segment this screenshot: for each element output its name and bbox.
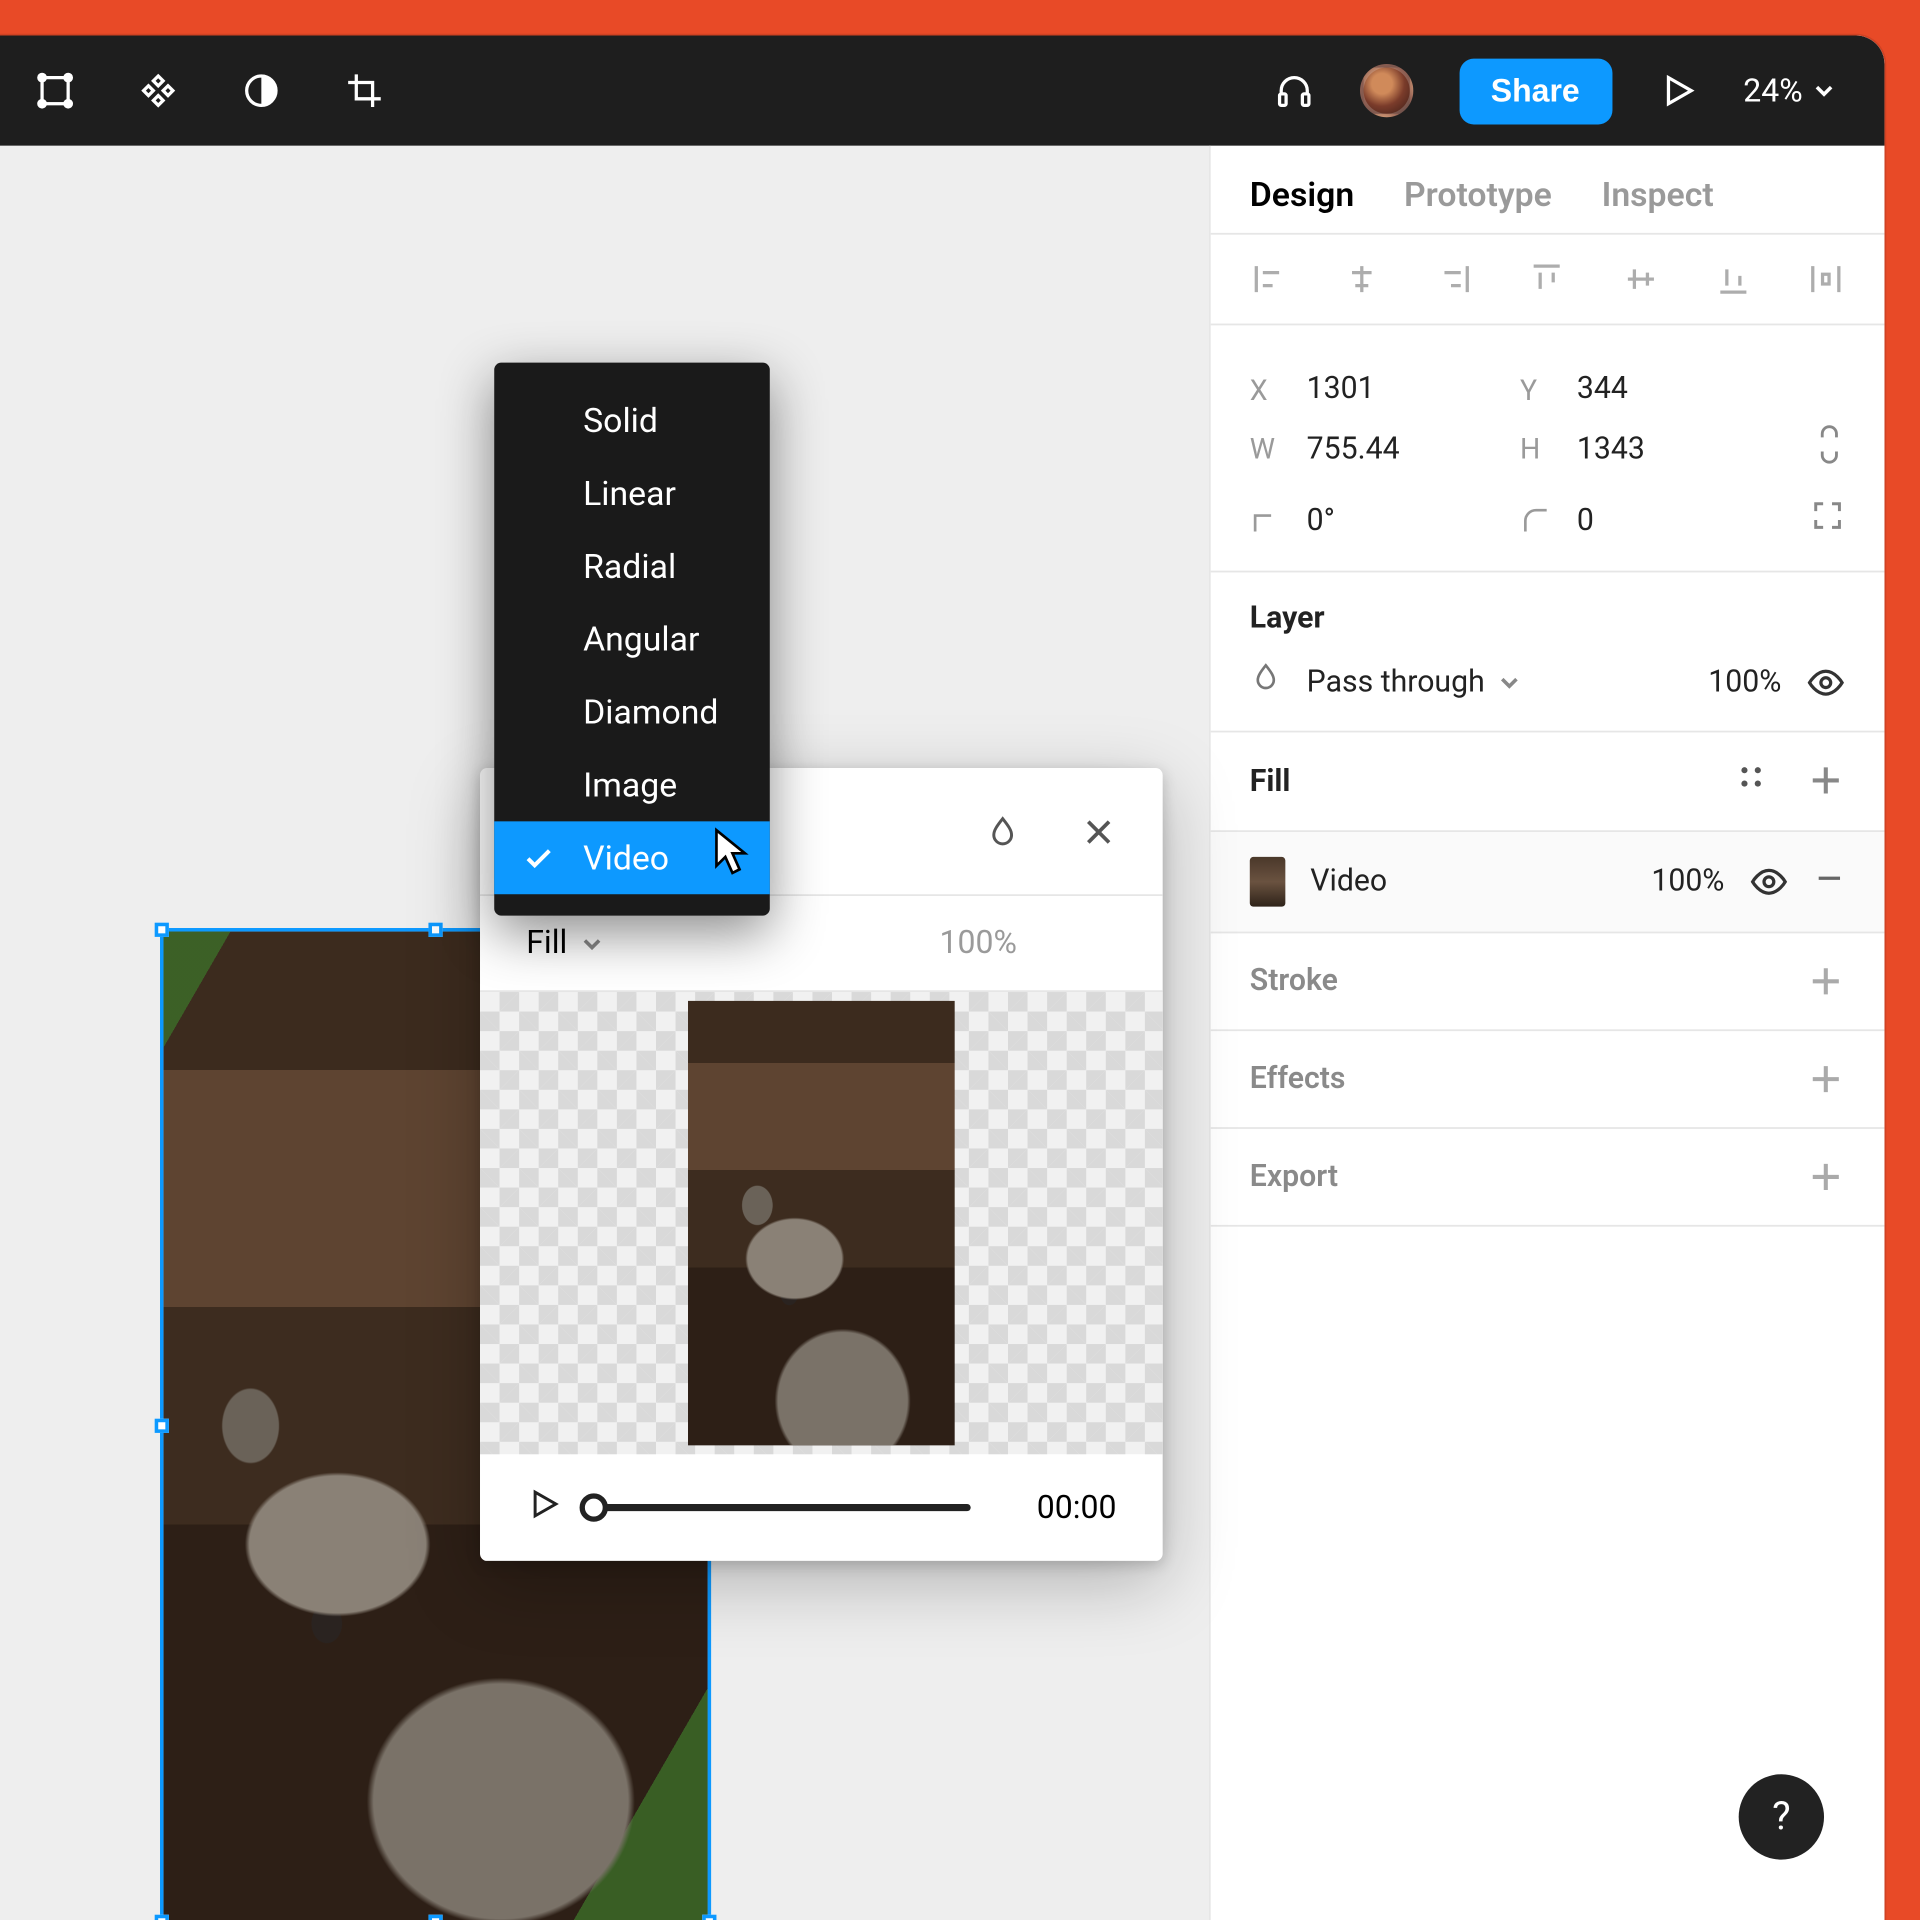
video-thumbnail — [688, 1001, 955, 1445]
video-time: 00:00 — [1003, 1489, 1117, 1526]
value-y[interactable]: 344 — [1577, 372, 1773, 408]
close-icon[interactable] — [1081, 813, 1117, 849]
stroke-section: Stroke — [1211, 933, 1885, 1031]
align-vcenter-icon[interactable] — [1621, 260, 1660, 299]
add-fill-icon[interactable] — [1806, 761, 1845, 800]
menu-item-diamond[interactable]: Diamond — [494, 676, 770, 749]
visibility-eye-icon[interactable] — [1806, 662, 1845, 701]
chevron-down-icon — [1499, 671, 1520, 692]
fill-mode-dropdown[interactable]: Fill — [526, 924, 603, 961]
transform-section: X 1301 Y 344 W 755.44 H 1343 — [1211, 325, 1885, 572]
zoom-dropdown[interactable]: 24% — [1743, 72, 1849, 109]
resize-handle[interactable] — [702, 1915, 716, 1920]
value-w[interactable]: 755.44 — [1307, 431, 1503, 467]
play-present-icon[interactable] — [1658, 71, 1697, 110]
resize-handle[interactable] — [155, 1419, 169, 1433]
canvas[interactable]: 755.44 × 1343 · Video Fill — [0, 146, 1209, 1920]
video-scrubber[interactable] — [594, 1504, 971, 1511]
align-left-icon[interactable] — [1250, 260, 1289, 299]
remove-fill-icon[interactable] — [1813, 861, 1845, 902]
fill-item-row[interactable]: Video 100% — [1211, 832, 1885, 933]
align-top-icon[interactable] — [1528, 260, 1567, 299]
export-section: Export — [1211, 1129, 1885, 1227]
fill-thumbnail[interactable] — [1250, 857, 1286, 907]
layer-heading: Layer — [1250, 601, 1846, 637]
chevron-down-icon — [582, 932, 603, 953]
tab-inspect[interactable]: Inspect — [1602, 174, 1714, 215]
corner-radius-icon — [1520, 504, 1559, 536]
zoom-value: 24% — [1743, 72, 1802, 109]
constrain-proportions-icon[interactable] — [1813, 425, 1845, 473]
mask-contrast-icon[interactable] — [242, 71, 281, 110]
audio-headphones-icon[interactable] — [1274, 71, 1313, 110]
user-avatar[interactable] — [1359, 64, 1412, 117]
resize-handle[interactable] — [155, 1915, 169, 1920]
fill-item-opacity[interactable]: 100% — [1651, 864, 1724, 900]
chevron-down-icon — [1813, 80, 1834, 101]
value-rotation[interactable]: 0° — [1307, 502, 1503, 538]
rotation-icon — [1250, 504, 1289, 536]
add-effect-icon[interactable] — [1806, 1060, 1845, 1099]
blend-mode-dropdown[interactable]: Pass through — [1307, 664, 1521, 700]
menu-item-solid[interactable]: Solid — [494, 384, 770, 457]
crop-tool-icon[interactable] — [345, 71, 384, 110]
label-x: X — [1250, 372, 1289, 406]
menu-item-video[interactable]: Video — [494, 821, 770, 894]
visibility-eye-icon[interactable] — [1749, 862, 1788, 901]
play-icon[interactable] — [526, 1486, 562, 1529]
blend-droplet-icon[interactable] — [985, 813, 1021, 849]
menu-item-linear[interactable]: Linear — [494, 457, 770, 530]
align-tools-row — [1211, 235, 1885, 326]
frame-tool-icon[interactable] — [36, 71, 75, 110]
layer-opacity-value[interactable]: 100% — [1708, 664, 1781, 700]
effects-section: Effects — [1211, 1031, 1885, 1129]
fill-type-menu: Solid Linear Radial Angular Diamond Imag… — [494, 363, 770, 916]
scrubber-thumb[interactable] — [580, 1493, 608, 1521]
menu-item-angular[interactable]: Angular — [494, 603, 770, 676]
distribute-icon[interactable] — [1806, 260, 1845, 299]
fill-preview-area[interactable] — [480, 992, 1163, 1454]
properties-panel: Design Prototype Inspect X 1301 — [1209, 146, 1885, 1920]
add-stroke-icon[interactable] — [1806, 962, 1845, 1001]
layer-section: Layer Pass through 100% — [1211, 572, 1885, 732]
label-h: H — [1520, 432, 1559, 466]
tab-prototype[interactable]: Prototype — [1404, 174, 1552, 215]
align-right-icon[interactable] — [1435, 260, 1474, 299]
label-w: W — [1250, 432, 1289, 466]
menu-item-radial[interactable]: Radial — [494, 530, 770, 603]
menu-item-image[interactable]: Image — [494, 748, 770, 821]
components-icon[interactable] — [139, 71, 178, 110]
fill-item-label: Video — [1310, 864, 1387, 900]
toolbar: Share 24% — [0, 36, 1884, 146]
resize-handle[interactable] — [428, 1915, 442, 1920]
value-x[interactable]: 1301 — [1307, 372, 1503, 408]
resize-handle[interactable] — [428, 923, 442, 937]
value-radius[interactable]: 0 — [1577, 502, 1773, 538]
tab-design[interactable]: Design — [1250, 174, 1354, 215]
check-icon — [523, 842, 555, 874]
value-h[interactable]: 1343 — [1577, 431, 1773, 467]
align-hcenter-icon[interactable] — [1343, 260, 1382, 299]
styles-four-dots-icon[interactable] — [1735, 761, 1767, 802]
align-bottom-icon[interactable] — [1713, 260, 1752, 299]
share-button[interactable]: Share — [1459, 58, 1612, 124]
resize-handle[interactable] — [155, 923, 169, 937]
independent-corners-icon[interactable] — [1810, 498, 1846, 542]
fill-section-header: Fill — [1211, 732, 1885, 832]
blend-droplet-icon — [1250, 661, 1282, 702]
help-button[interactable]: ? — [1739, 1774, 1824, 1859]
add-export-icon[interactable] — [1806, 1157, 1845, 1196]
fill-opacity-value[interactable]: 100% — [939, 924, 1016, 961]
label-y: Y — [1520, 372, 1559, 406]
app-window: Share 24% — [0, 36, 1884, 1920]
